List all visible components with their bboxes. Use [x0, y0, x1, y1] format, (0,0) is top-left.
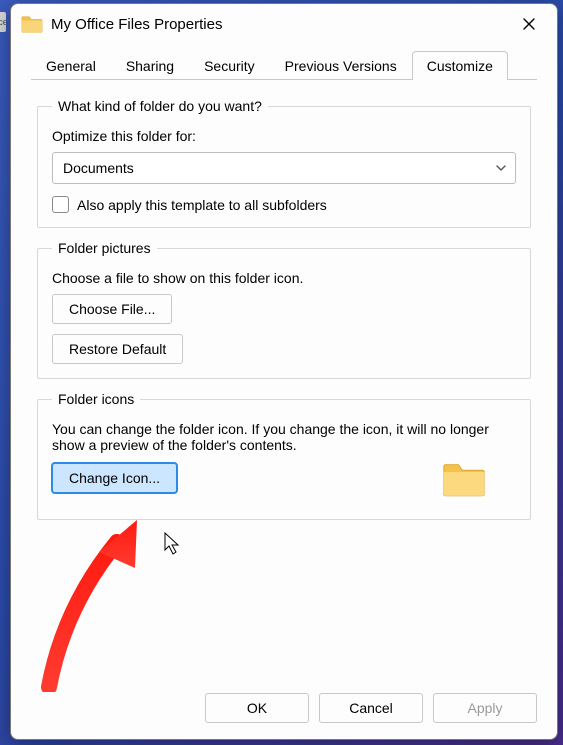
group-folder-pictures-legend: Folder pictures	[52, 240, 157, 256]
optimize-dropdown-value: Documents	[63, 160, 134, 176]
group-folder-icons-legend: Folder icons	[52, 391, 140, 407]
folder-icon	[21, 15, 43, 33]
tab-previous-versions[interactable]: Previous Versions	[270, 51, 412, 80]
cursor-icon	[164, 532, 184, 558]
optimize-label: Optimize this folder for:	[52, 128, 516, 144]
properties-dialog: My Office Files Properties General Shari…	[10, 3, 558, 740]
tab-body-customize: What kind of folder do you want? Optimiz…	[11, 80, 557, 683]
cropped-edge: ce	[0, 12, 6, 32]
tab-sharing[interactable]: Sharing	[111, 51, 189, 80]
ok-button[interactable]: OK	[205, 693, 309, 723]
dialog-footer: OK Cancel Apply	[11, 683, 557, 739]
tab-security[interactable]: Security	[189, 51, 270, 80]
folder-preview-icon	[442, 461, 486, 497]
folder-pictures-desc: Choose a file to show on this folder ico…	[52, 270, 516, 286]
titlebar: My Office Files Properties	[11, 4, 557, 44]
window-title: My Office Files Properties	[51, 16, 507, 33]
close-button[interactable]	[507, 9, 551, 39]
annotation-arrow	[29, 512, 159, 692]
tab-customize[interactable]: Customize	[412, 51, 508, 80]
cancel-button[interactable]: Cancel	[319, 693, 423, 723]
apply-button[interactable]: Apply	[433, 693, 537, 723]
apply-subfolders-label: Also apply this template to all subfolde…	[77, 197, 327, 213]
tab-general[interactable]: General	[31, 51, 111, 80]
change-icon-button[interactable]: Change Icon...	[52, 463, 177, 493]
group-folder-pictures: Folder pictures Choose a file to show on…	[37, 240, 531, 379]
folder-icons-desc: You can change the folder icon. If you c…	[52, 421, 516, 453]
apply-subfolders-checkbox[interactable]	[52, 196, 69, 213]
choose-file-button[interactable]: Choose File...	[52, 294, 172, 324]
group-folder-kind: What kind of folder do you want? Optimiz…	[37, 98, 531, 228]
chevron-down-icon	[495, 162, 507, 174]
group-folder-icons: Folder icons You can change the folder i…	[37, 391, 531, 520]
close-icon	[522, 17, 536, 31]
restore-default-button[interactable]: Restore Default	[52, 334, 183, 364]
tab-strip: General Sharing Security Previous Versio…	[11, 44, 557, 80]
group-folder-kind-legend: What kind of folder do you want?	[52, 98, 268, 114]
optimize-dropdown[interactable]: Documents	[52, 152, 516, 184]
